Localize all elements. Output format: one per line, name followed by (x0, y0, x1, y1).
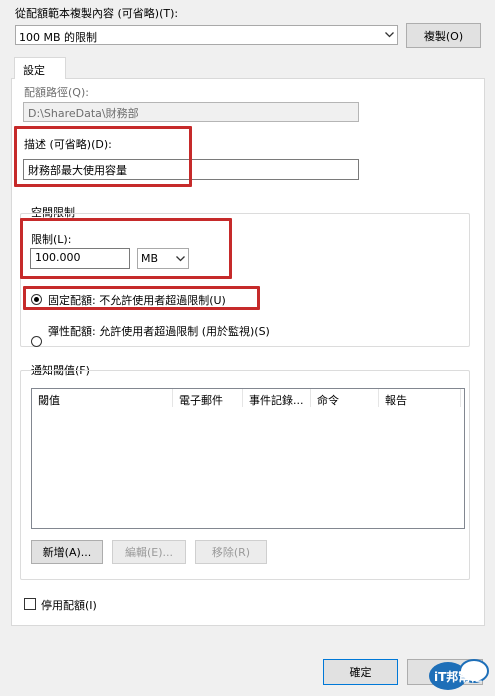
column-report[interactable]: 報告 (379, 389, 461, 407)
column-command[interactable]: 命令 (311, 389, 379, 407)
add-button[interactable]: 新增(A)... (31, 540, 103, 564)
column-threshold[interactable]: 閾值 (32, 389, 173, 407)
disable-quota-checkbox[interactable] (24, 598, 36, 610)
quota-path-field: D:\ShareData\財務部 (23, 102, 359, 122)
notification-list[interactable]: 閾值 電子郵件 事件記錄... 命令 報告 (31, 388, 465, 529)
remove-button[interactable]: 移除(R) (195, 540, 267, 564)
quota-path-label: 配額路徑(Q): (24, 86, 89, 99)
disable-quota-label: 停用配額(I) (41, 599, 97, 612)
ithome-logo: iT邦幫忙 (426, 656, 492, 692)
soft-quota-radio[interactable] (31, 336, 42, 347)
template-label: 從配額範本複製內容 (可省略)(T): (15, 7, 179, 20)
highlight-hard-quota (23, 286, 260, 310)
template-select-value: 100 MB 的限制 (19, 31, 98, 44)
watermark-text: iT邦幫忙 (434, 670, 483, 684)
highlight-description (14, 126, 192, 187)
tab-settings[interactable]: 設定 (14, 57, 66, 79)
edit-button[interactable]: 編輯(E)... (112, 540, 186, 564)
column-email[interactable]: 電子郵件 (173, 389, 243, 407)
ok-button[interactable]: 確定 (323, 659, 398, 685)
copy-button[interactable]: 複製(O) (406, 23, 481, 48)
template-select[interactable]: 100 MB 的限制 (15, 25, 398, 45)
tab-settings-label: 設定 (23, 64, 45, 77)
soft-quota-label: 彈性配額: 允許使用者超過限制 (用於監視)(S) (48, 325, 270, 338)
highlight-limit (20, 218, 232, 279)
column-event-log[interactable]: 事件記錄... (243, 389, 311, 407)
chevron-down-icon (381, 26, 397, 44)
